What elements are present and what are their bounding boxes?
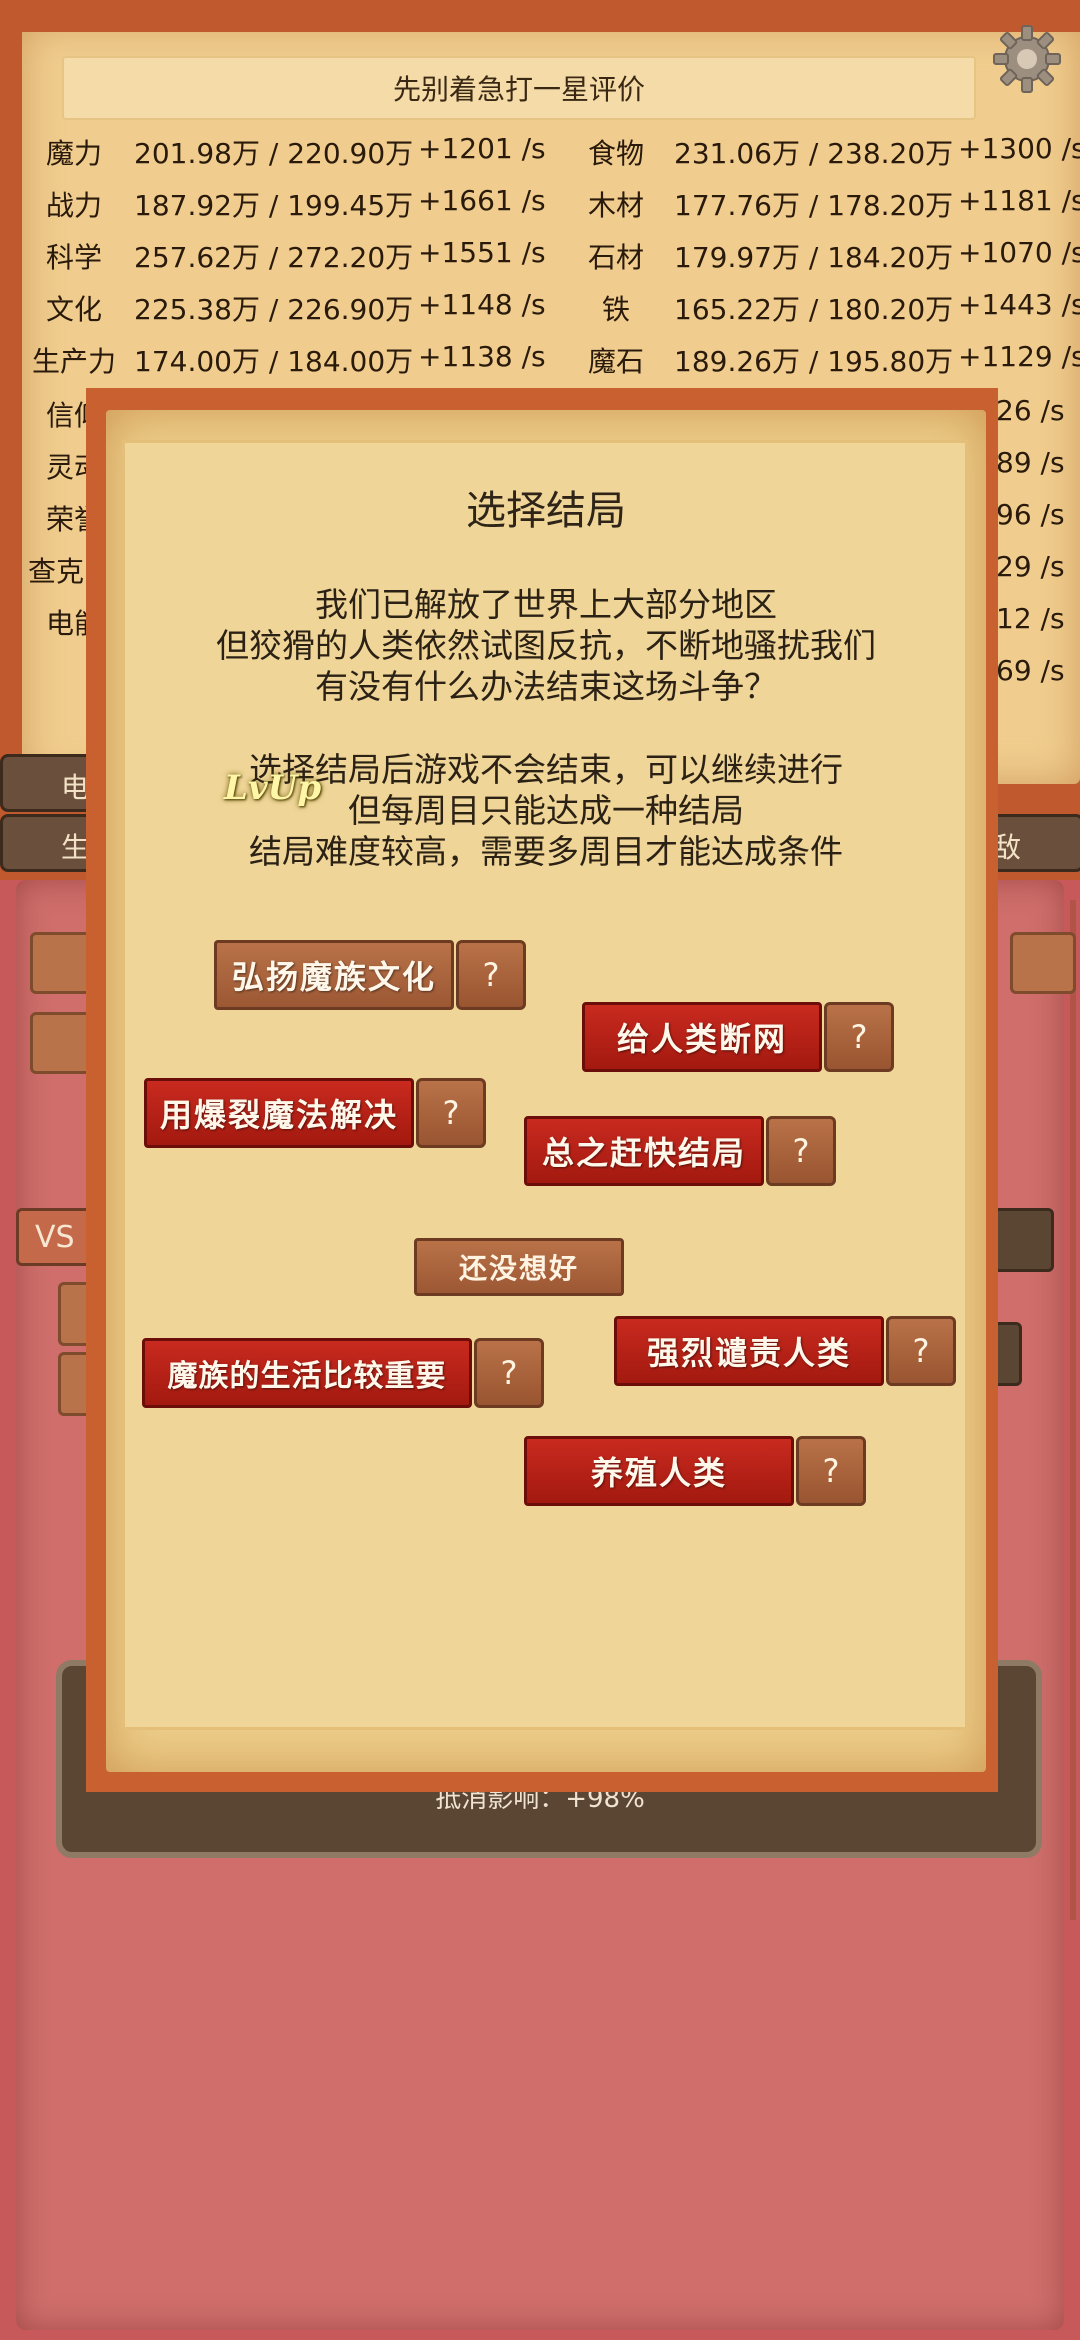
resource-value: 165.22万 / 180.20万	[674, 293, 954, 326]
resource-rate-partial: 26 /s	[996, 394, 1065, 427]
scrollbar[interactable]	[1070, 900, 1076, 1920]
resource-value: 225.38万 / 226.90万	[134, 293, 414, 326]
resource-name: 魔力	[45, 137, 102, 170]
resource-name: 生产力	[31, 345, 116, 378]
resource-name: 文化	[45, 293, 102, 326]
resource-rate: +1551 /s	[418, 236, 546, 269]
ending-condemn-button[interactable]: 强烈谴责人类	[614, 1316, 884, 1386]
ending-finish-fast-button[interactable]: 总之赶快结局	[524, 1116, 764, 1186]
dialog-body: 我们已解放了世界上大部分地区 但狡猾的人类依然试图反抗，不断地骚扰我们 有没有什…	[106, 584, 986, 872]
resource-rate-partial: 69 /s	[996, 654, 1065, 687]
top-edge	[0, 0, 1080, 32]
resource-rate: +1201 /s	[418, 132, 546, 165]
resource-rate-partial: 29 /s	[996, 550, 1065, 583]
resource-name: 木材	[587, 189, 644, 222]
rating-banner[interactable]: 先别着急打一星评价	[62, 56, 976, 120]
resource-rate: +1070 /s	[958, 236, 1080, 269]
resource-value: 231.06万 / 238.20万	[674, 137, 954, 170]
resource-rate-partial: 89 /s	[996, 446, 1065, 479]
resource-name: 魔石	[587, 345, 644, 378]
resource-rate: +1148 /s	[418, 288, 546, 321]
dialog-line: 有没有什么办法结束这场斗争？	[315, 667, 777, 706]
resource-name-partial: 查克	[28, 555, 85, 588]
resource-rate: +1138 /s	[418, 340, 546, 373]
resource-name: 战力	[45, 189, 102, 222]
gear-icon[interactable]	[990, 22, 1064, 96]
resource-value: 174.00万 / 184.00万	[134, 345, 414, 378]
not-decided-button[interactable]: 还没想好	[414, 1238, 624, 1296]
ending-explosion-help-button[interactable]: ?	[416, 1078, 486, 1148]
resource-rate-partial: 12 /s	[996, 602, 1065, 635]
resource-rate: +1661 /s	[418, 184, 546, 217]
slot-brick[interactable]	[1010, 932, 1076, 994]
resource-value: 189.26万 / 195.80万	[674, 345, 954, 378]
dialog-line: 我们已解放了世界上大部分地区	[315, 585, 777, 624]
resource-rate: +1129 /s	[958, 340, 1080, 373]
ending-cut-network-button[interactable]: 给人类断网	[582, 1002, 822, 1072]
resource-rate-partial: 96 /s	[996, 498, 1065, 531]
ending-finish-fast-help-button[interactable]: ?	[766, 1116, 836, 1186]
ending-culture-button[interactable]: 弘扬魔族文化	[214, 940, 454, 1010]
ending-culture-help-button[interactable]: ?	[456, 940, 526, 1010]
ending-life-first-button[interactable]: 魔族的生活比较重要	[142, 1338, 472, 1408]
ending-explosion-button[interactable]: 用爆裂魔法解决	[144, 1078, 414, 1148]
dialog-line: 但狡猾的人类依然试图反抗，不断地骚扰我们	[216, 626, 876, 665]
resource-name: 食物	[587, 137, 644, 170]
ending-condemn-help-button[interactable]: ?	[886, 1316, 956, 1386]
resource-name: 科学	[45, 241, 102, 274]
rating-text: 先别着急打一星评价	[392, 73, 645, 106]
dialog-title: 选择结局	[466, 488, 626, 534]
ending-life-first-help-button[interactable]: ?	[474, 1338, 544, 1408]
ending-cut-network-help-button[interactable]: ?	[824, 1002, 894, 1072]
resource-rate: +1443 /s	[958, 288, 1080, 321]
ending-farm-button[interactable]: 养殖人类	[524, 1436, 794, 1506]
slot-brick[interactable]	[990, 1208, 1054, 1272]
dialog-line: 结局难度较高，需要多周目才能达成条件	[249, 832, 843, 871]
resource-value: 257.62万 / 272.20万	[134, 241, 414, 274]
resource-value: 177.76万 / 178.20万	[674, 189, 954, 222]
resource-value: 187.92万 / 199.45万	[134, 189, 414, 222]
resource-value: 201.98万 / 220.90万	[134, 137, 414, 170]
ending-farm-help-button[interactable]: ?	[796, 1436, 866, 1506]
resource-value: 179.97万 / 184.20万	[674, 241, 954, 274]
lvup-popup: LvUp	[224, 768, 322, 808]
resource-rate: +1181 /s	[958, 184, 1080, 217]
resource-rate: +1300 /s	[958, 132, 1080, 165]
resource-name: 铁	[601, 293, 630, 326]
resource-name: 石材	[587, 241, 644, 274]
vs-label: VS	[16, 1208, 96, 1266]
